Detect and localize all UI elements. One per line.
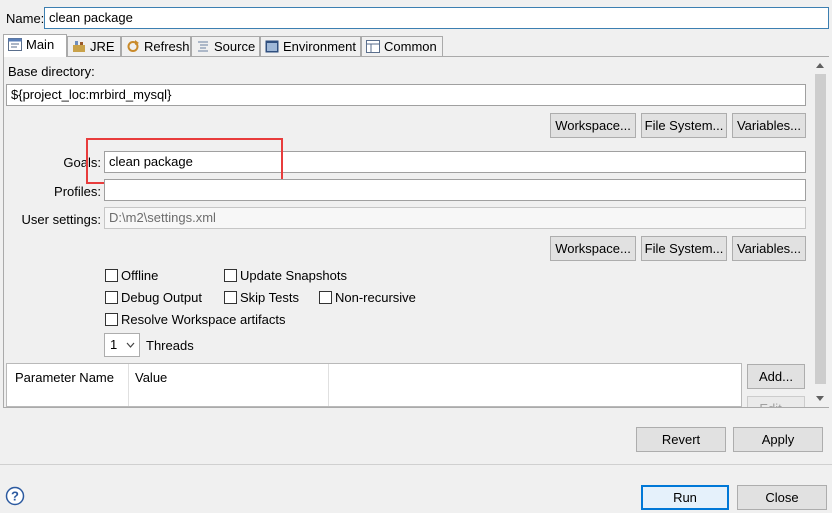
tab-environment[interactable]: Environment <box>260 36 361 57</box>
update-snapshots-label: Update Snapshots <box>240 268 347 283</box>
jre-icon <box>73 41 85 52</box>
tab-main[interactable]: Main <box>3 34 67 57</box>
non-recursive-checkbox[interactable] <box>319 291 332 304</box>
edit-parameter-button[interactable]: Edit... <box>747 396 805 407</box>
update-snapshots-checkbox[interactable] <box>224 269 237 282</box>
file-system-button-2[interactable]: File System... <box>641 236 727 261</box>
offline-checkbox[interactable] <box>105 269 118 282</box>
tab-source[interactable]: Source <box>191 36 260 57</box>
apply-button[interactable]: Apply <box>733 427 823 452</box>
profiles-input[interactable] <box>104 179 806 201</box>
chevron-down-icon <box>126 342 135 348</box>
tab-common-label: Common <box>384 39 437 54</box>
revert-button[interactable]: Revert <box>636 427 726 452</box>
svg-text:?: ? <box>11 489 19 504</box>
vertical-scrollbar[interactable] <box>812 57 829 407</box>
threads-value: 1 <box>110 337 118 352</box>
column-divider <box>328 364 329 406</box>
user-settings-input[interactable]: D:\m2\settings.xml <box>104 207 806 229</box>
base-directory-label: Base directory: <box>8 64 95 79</box>
tab-environment-label: Environment <box>283 39 356 54</box>
parameters-table[interactable]: Parameter Name Value <box>6 363 742 407</box>
tab-refresh-label: Refresh <box>144 39 190 54</box>
name-label: Name: <box>6 11 45 26</box>
highlight-annotation <box>86 138 283 184</box>
add-parameter-button[interactable]: Add... <box>747 364 805 389</box>
tab-jre-label: JRE <box>90 39 115 54</box>
user-settings-label: User settings: <box>21 212 101 227</box>
threads-label: Threads <box>146 338 194 353</box>
file-system-button[interactable]: File System... <box>641 113 727 138</box>
debug-output-checkbox[interactable] <box>105 291 118 304</box>
base-directory-input[interactable]: ${project_loc:mrbird_mysql} <box>6 84 806 106</box>
tab-source-label: Source <box>214 39 256 54</box>
profiles-label: Profiles: <box>54 184 101 199</box>
main-tab-icon <box>8 38 22 51</box>
workspace-button[interactable]: Workspace... <box>550 113 636 138</box>
refresh-icon <box>127 40 139 52</box>
workspace-button-2[interactable]: Workspace... <box>550 236 636 261</box>
scrollbar-thumb[interactable] <box>815 74 826 384</box>
name-input[interactable]: clean package <box>44 7 829 29</box>
help-icon[interactable]: ? <box>5 486 25 506</box>
scroll-down-icon[interactable] <box>816 396 824 401</box>
tab-common[interactable]: Common <box>361 36 443 57</box>
close-button[interactable]: Close <box>737 485 827 510</box>
common-icon <box>366 40 380 53</box>
tab-jre[interactable]: JRE <box>67 36 121 57</box>
column-header-parameter-name: Parameter Name <box>15 370 114 385</box>
variables-button-2[interactable]: Variables... <box>732 236 806 261</box>
non-recursive-label: Non-recursive <box>335 290 416 305</box>
skip-tests-checkbox[interactable] <box>224 291 237 304</box>
scroll-up-icon[interactable] <box>816 63 824 68</box>
tab-main-label: Main <box>26 37 55 52</box>
offline-label: Offline <box>121 268 159 283</box>
source-icon <box>198 41 208 52</box>
threads-select[interactable]: 1 <box>104 333 140 357</box>
skip-tests-label: Skip Tests <box>240 290 300 305</box>
column-divider <box>128 364 129 406</box>
resolve-workspace-label: Resolve Workspace artifacts <box>121 312 286 327</box>
environment-icon <box>265 40 279 53</box>
debug-output-label: Debug Output <box>121 290 202 305</box>
run-button[interactable]: Run <box>641 485 729 510</box>
column-header-value: Value <box>135 370 168 385</box>
variables-button[interactable]: Variables... <box>732 113 806 138</box>
footer-separator <box>0 464 832 465</box>
resolve-workspace-checkbox[interactable] <box>105 313 118 326</box>
tab-refresh[interactable]: Refresh <box>121 36 191 57</box>
